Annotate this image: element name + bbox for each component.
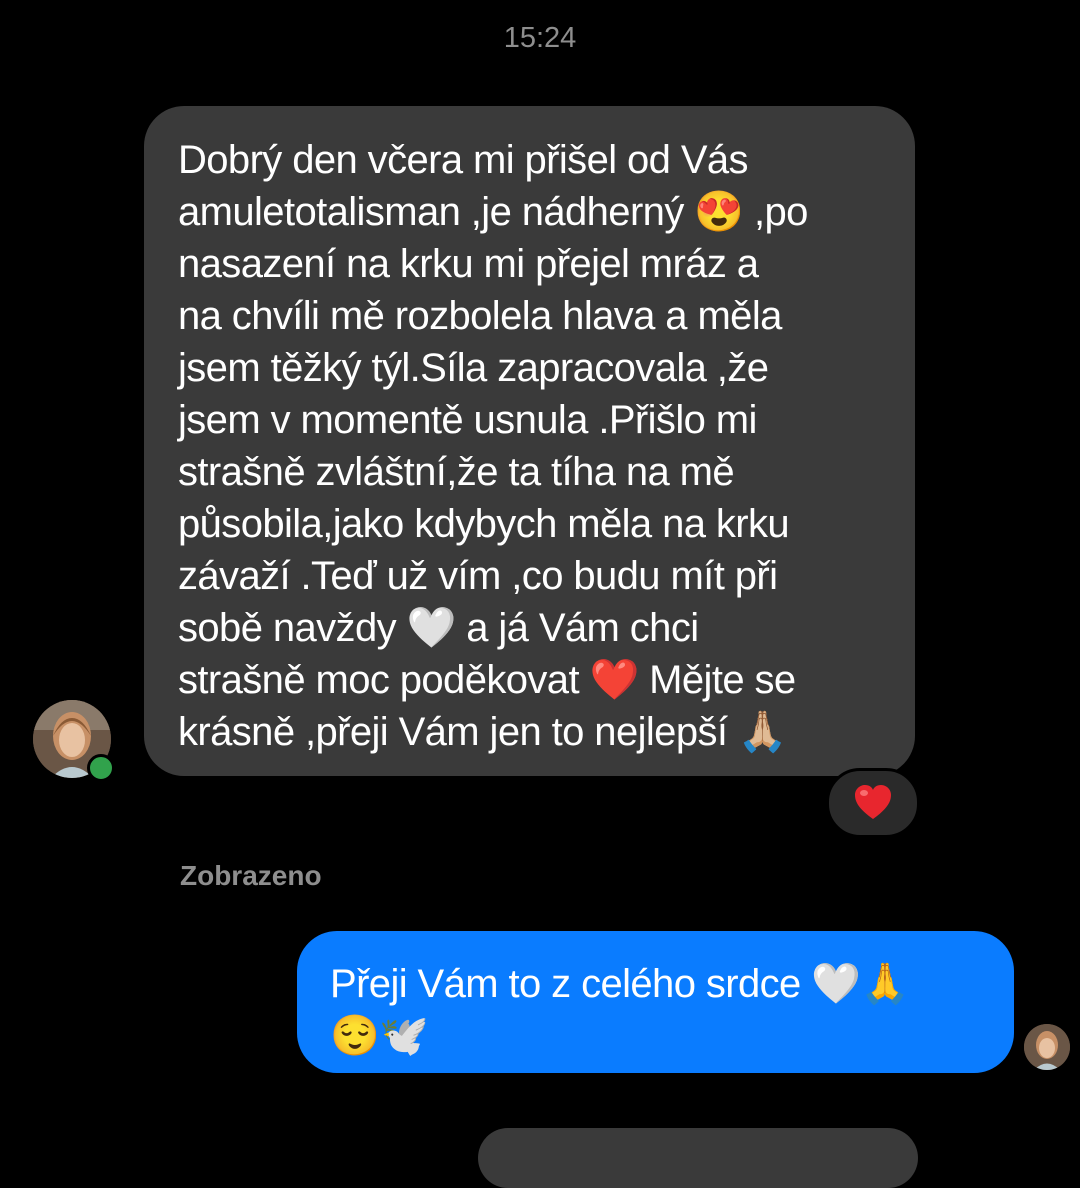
- next-message-bubble[interactable]: [478, 1128, 918, 1188]
- online-status-indicator: [87, 754, 115, 782]
- incoming-message-text: Dobrý den včera mi přišel od Vás amuleto…: [178, 138, 808, 754]
- message-reaction[interactable]: [826, 768, 920, 838]
- read-receipt-avatar: [1024, 1024, 1070, 1070]
- outgoing-message-text: Přeji Vám to z celého srdce 🤍🙏 😌🕊️: [330, 962, 910, 1058]
- seen-status-label: Zobrazeno: [180, 860, 322, 891]
- heart-icon: [855, 785, 891, 819]
- read-receipt-avatar-image: [1024, 1024, 1070, 1070]
- message-timestamp: 15:24: [503, 22, 577, 54]
